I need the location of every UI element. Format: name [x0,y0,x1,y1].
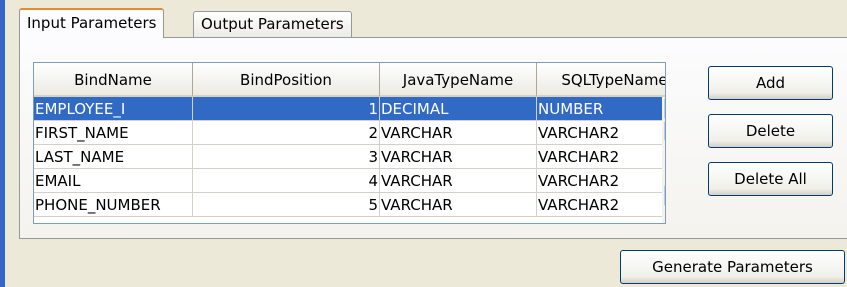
cell-java-type[interactable]: VARCHAR [380,193,537,217]
scroll-up-button[interactable]: ▲ [664,98,665,119]
cell-sql-type[interactable]: VARCHAR2 [537,193,665,217]
scroll-down-button[interactable]: ▼ [664,185,665,206]
table-row[interactable]: EMPLOYEE_I 1 DECIMAL NUMBER [34,97,665,121]
table-header: BindName BindPosition JavaTypeName SQLTy… [34,63,665,97]
cell-bind-name[interactable]: EMPLOYEE_I [34,97,193,121]
cell-bind-name[interactable]: PHONE_NUMBER [34,193,193,217]
cell-sql-type[interactable]: NUMBER [537,97,665,121]
parameters-table: BindName BindPosition JavaTypeName SQLTy… [33,62,666,224]
cell-sql-type[interactable]: VARCHAR2 [537,169,665,193]
delete-all-button[interactable]: Delete All [708,162,833,196]
table-row[interactable]: FIRST_NAME 2 VARCHAR VARCHAR2 [34,121,665,145]
column-header-bindname[interactable]: BindName [34,63,193,97]
cell-java-type[interactable]: DECIMAL [380,97,537,121]
cell-bind-position[interactable]: 5 [193,193,380,217]
table-row[interactable]: LAST_NAME 3 VARCHAR VARCHAR2 [34,145,665,169]
cell-bind-position[interactable]: 3 [193,145,380,169]
tab-input-parameters[interactable]: Input Parameters [19,8,165,38]
add-button[interactable]: Add [708,66,833,100]
cell-bind-name[interactable]: FIRST_NAME [34,121,193,145]
cell-bind-name[interactable]: LAST_NAME [34,145,193,169]
column-header-javatypename[interactable]: JavaTypeName [380,63,537,97]
cell-java-type[interactable]: VARCHAR [380,169,537,193]
cell-java-type[interactable]: VARCHAR [380,145,537,169]
table-vertical-scrollbar[interactable]: ▲ ▼ [662,97,665,223]
cell-bind-position[interactable]: 2 [193,121,380,145]
scroll-thumb[interactable] [664,121,665,141]
tab-output-parameters[interactable]: Output Parameters [193,11,352,37]
cell-bind-position[interactable]: 1 [193,97,380,121]
delete-button[interactable]: Delete [708,114,833,148]
cell-sql-type[interactable]: VARCHAR2 [537,145,665,169]
cell-bind-name[interactable]: EMAIL [34,169,193,193]
column-header-sqltypename[interactable]: SQLTypeName [537,63,665,97]
cell-java-type[interactable]: VARCHAR [380,121,537,145]
table-row[interactable]: PHONE_NUMBER 5 VARCHAR VARCHAR2 [34,193,665,217]
generate-parameters-button[interactable]: Generate Parameters [620,250,845,284]
column-header-bindposition[interactable]: BindPosition [193,63,380,97]
cell-sql-type[interactable]: VARCHAR2 [537,121,665,145]
table-row[interactable]: EMAIL 4 VARCHAR VARCHAR2 [34,169,665,193]
cell-bind-position[interactable]: 4 [193,169,380,193]
window-edge [0,0,5,287]
